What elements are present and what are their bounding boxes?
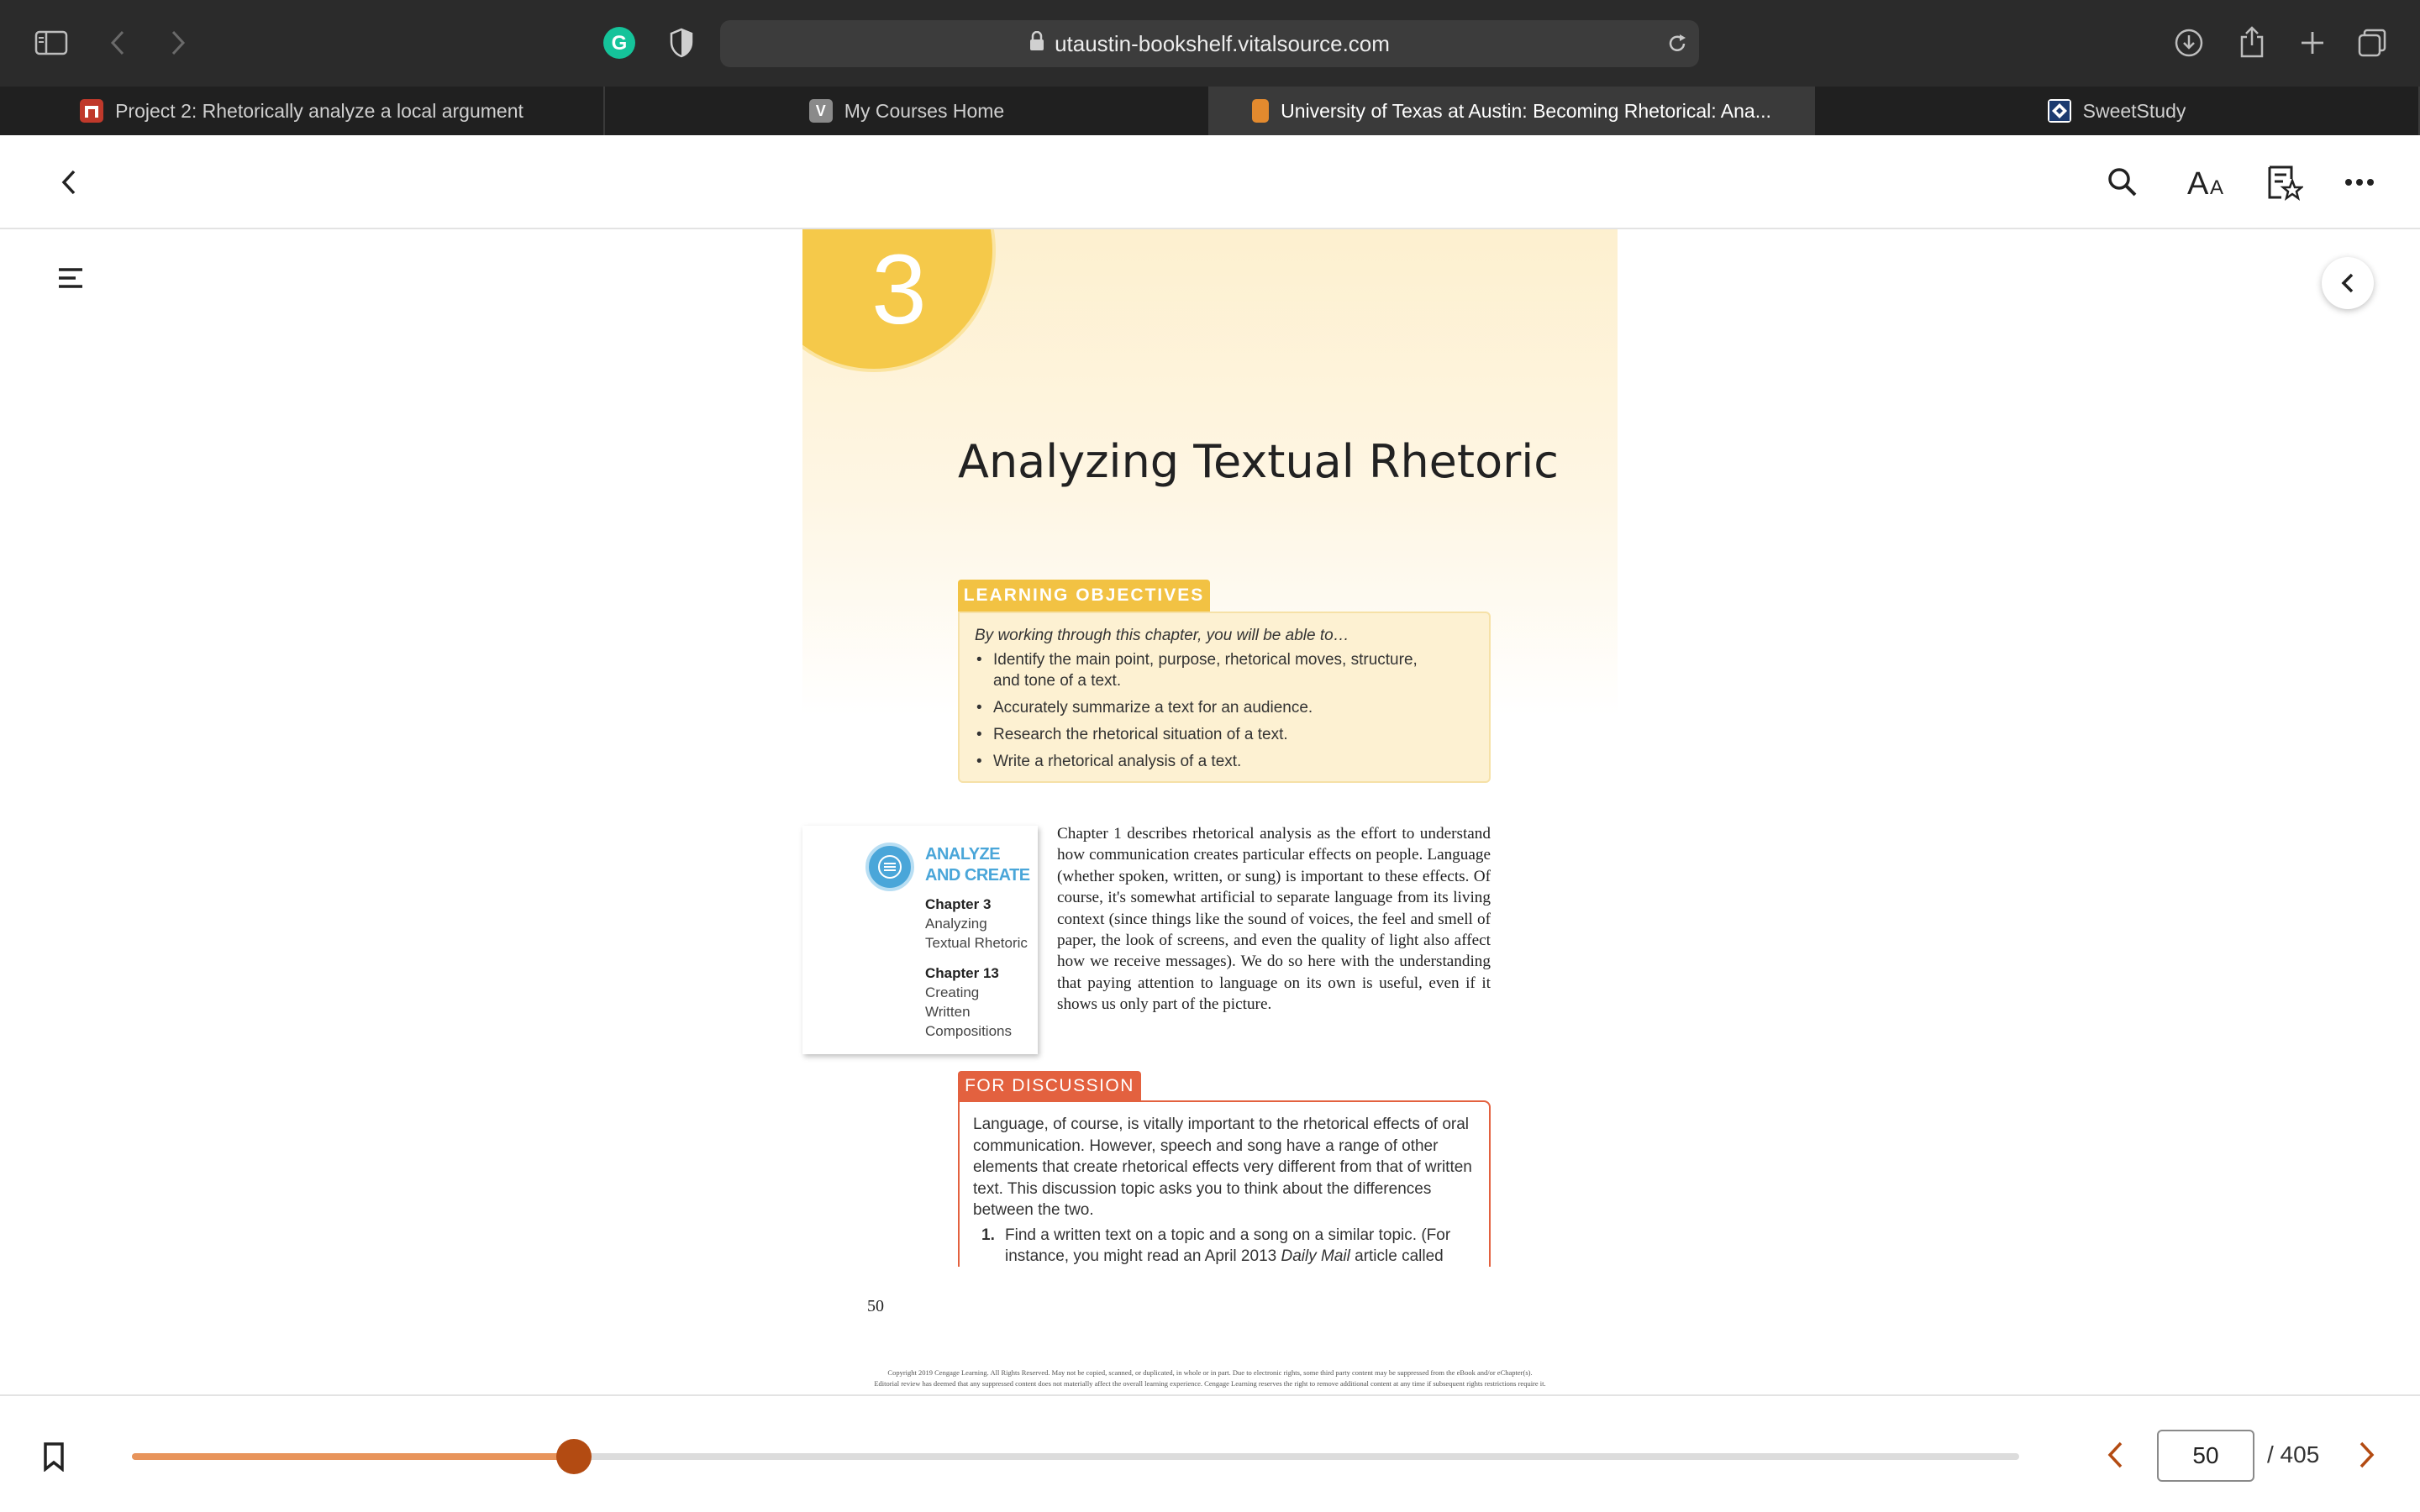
for-discussion-text: Language, of course, is vitally importan… <box>973 1116 1472 1219</box>
tab-bar: Project 2: Rhetorically analyze a local … <box>0 87 2420 135</box>
reader-footer: / 405 <box>0 1394 2420 1512</box>
collapse-panel-button[interactable] <box>2322 257 2374 309</box>
reader-header: AA <box>0 135 2420 229</box>
search-button[interactable] <box>2101 160 2144 204</box>
for-discussion-box: Language, of course, is vitally importan… <box>958 1100 1491 1267</box>
chevron-left-icon <box>2341 273 2354 293</box>
slider-fill <box>132 1453 574 1460</box>
reload-icon[interactable] <box>1664 30 1691 57</box>
text-size-button[interactable]: AA <box>2182 160 2233 204</box>
discussion-item-number: 1. <box>981 1226 995 1244</box>
sidebar-toggle-icon[interactable] <box>34 29 69 57</box>
copyright-line: Copyright 2019 Cengage Learning. All Rig… <box>887 1368 1533 1377</box>
list-item: Identify the main point, purpose, rhetor… <box>975 649 1428 691</box>
tab-project-2[interactable]: Project 2: Rhetorically analyze a local … <box>0 87 605 135</box>
chapter-subtitle: Analyzing <box>925 916 987 932</box>
printed-page-number: 50 <box>867 1297 884 1315</box>
chapter-subtitle: Textual Rhetoric <box>925 935 1028 951</box>
right-rail <box>2277 229 2420 1394</box>
tab-title: SweetStudy <box>2082 99 2186 122</box>
downloads-icon[interactable] <box>2172 26 2206 60</box>
tab-title: My Courses Home <box>844 99 1005 122</box>
svg-text:G: G <box>612 32 628 55</box>
analyze-and-create-sidebar: ANALYZE AND CREATE Chapter 3 Analyzing T… <box>802 826 1038 1054</box>
new-tab-icon[interactable] <box>2296 26 2329 60</box>
sweetstudy-favicon-icon <box>2047 99 2071 123</box>
list-item: Accurately summarize a text for an audie… <box>975 697 1474 718</box>
chapter-subtitle: Compositions <box>925 1023 1012 1039</box>
chapter-3-link[interactable]: Chapter 3 Analyzing Textual Rhetoric <box>925 895 1028 953</box>
copyright-notice: Copyright 2019 Cengage Learning. All Rig… <box>823 1368 1597 1389</box>
analyze-create-icon <box>865 843 914 891</box>
chevron-left-icon <box>2107 1441 2123 1468</box>
bookmarks-list-button[interactable] <box>2263 160 2307 204</box>
svg-text:A: A <box>2210 176 2223 198</box>
chapter-subtitle: Written <box>925 1004 971 1020</box>
more-icon <box>2345 179 2374 186</box>
bookmark-list-star-icon <box>2268 165 2303 201</box>
analyze-create-title-line: ANALYZE <box>925 845 1001 864</box>
chapter-number: 3 <box>802 229 996 372</box>
discussion-item-italic: Daily Mail <box>1281 1247 1350 1265</box>
body-paragraph: Chapter 1 describes rhetorical analysis … <box>1057 825 1491 1014</box>
tab-my-courses[interactable]: V My Courses Home <box>605 87 1210 135</box>
bookmark-button[interactable] <box>37 1436 71 1478</box>
learning-objectives-intro: By working through this chapter, you wil… <box>975 627 1349 644</box>
tab-overview-icon[interactable] <box>2355 26 2389 60</box>
chapter-heading: Chapter 13 <box>925 965 999 981</box>
discussion-item: 1. Find a written text on a topic and a … <box>973 1225 1476 1268</box>
learning-objectives-label: LEARNING OBJECTIVES <box>958 580 1210 612</box>
list-item: Research the rhetorical situation of a t… <box>975 724 1474 745</box>
chapter-subtitle: Creating <box>925 984 980 1000</box>
next-page-button[interactable] <box>2350 1434 2384 1476</box>
book-favicon-icon <box>1252 99 1270 123</box>
analyze-create-title: ANALYZE AND CREATE <box>925 844 1030 886</box>
analyze-create-title-line: AND CREATE <box>925 866 1030 885</box>
for-discussion-label: FOR DISCUSSION <box>958 1071 1141 1101</box>
grammarly-icon[interactable]: G <box>602 26 636 60</box>
bookmark-icon <box>44 1442 64 1472</box>
learning-objectives-list: Identify the main point, purpose, rhetor… <box>975 649 1474 772</box>
more-options-button[interactable] <box>2338 160 2381 204</box>
copyright-line: Editorial review has deemed that any sup… <box>874 1379 1546 1388</box>
svg-text:A: A <box>2187 166 2209 198</box>
back-nav-icon[interactable] <box>104 27 131 59</box>
previous-page-button[interactable] <box>2098 1434 2132 1476</box>
table-of-contents-icon[interactable] <box>57 266 86 291</box>
forward-nav-icon[interactable] <box>165 27 192 59</box>
tab-title: Project 2: Rhetorically analyze a local … <box>115 99 523 122</box>
share-icon[interactable] <box>2235 24 2269 60</box>
back-button[interactable] <box>47 160 91 204</box>
address-bar[interactable]: utaustin-bookshelf.vitalsource.com <box>720 20 1699 67</box>
vitalsource-favicon-icon: V <box>808 99 833 123</box>
total-pages: / 405 <box>2267 1441 2320 1467</box>
list-item: Write a rhetorical analysis of a text. <box>975 751 1474 772</box>
chevron-left-icon <box>61 170 76 195</box>
tab-becoming-rhetorical[interactable]: University of Texas at Austin: Becoming … <box>1210 87 1815 135</box>
slider-thumb[interactable] <box>555 1439 592 1474</box>
page-progress-slider[interactable] <box>132 1439 2019 1474</box>
chapter-13-link[interactable]: Chapter 13 Creating Written Compositions <box>925 963 1012 1041</box>
page-number-input[interactable] <box>2157 1430 2254 1482</box>
learning-objectives-box: By working through this chapter, you wil… <box>958 612 1491 783</box>
left-rail <box>0 229 143 1394</box>
search-icon <box>2108 168 2137 197</box>
lock-icon <box>1029 30 1044 57</box>
privacy-shield-icon[interactable] <box>666 26 697 60</box>
canvas-favicon-icon <box>80 99 104 123</box>
discussion-item-text-end: article called <box>1349 1247 1444 1265</box>
chevron-right-icon <box>2360 1441 2375 1468</box>
tab-title: University of Texas at Austin: Becoming … <box>1281 99 1771 122</box>
font-size-icon: AA <box>2187 166 2223 198</box>
tab-sweetstudy[interactable]: SweetStudy <box>1815 87 2420 135</box>
url-text: utaustin-bookshelf.vitalsource.com <box>1055 30 1390 56</box>
browser-toolbar: G utaustin-bookshelf.vitalsource.com <box>0 0 2420 87</box>
chapter-heading: Chapter 3 <box>925 896 992 912</box>
chapter-title: Analyzing Textual Rhetoric <box>958 435 1559 488</box>
